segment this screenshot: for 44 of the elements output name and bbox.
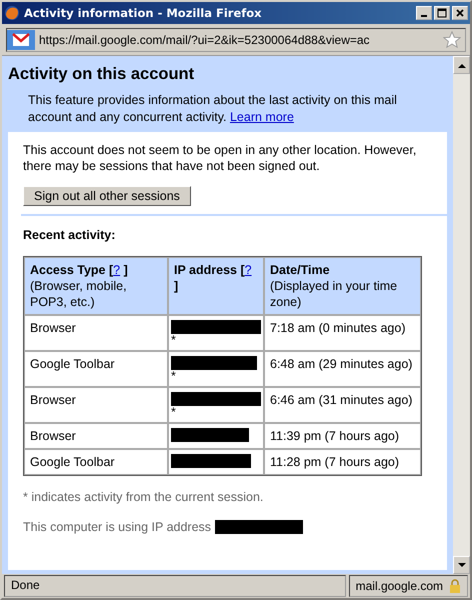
column-header: Date/Time (Displayed in your time zone) xyxy=(264,257,421,315)
sign-out-button[interactable]: Sign out all other sessions xyxy=(23,186,191,206)
description-text: This feature provides information about the last activity on this mail account and any concurrent activity. Learn more xyxy=(28,92,398,126)
url-text: https://mail.google.com/mail/?ui=2&ik=52300064d88&view=ac xyxy=(39,33,371,47)
status-text: Done xyxy=(4,575,346,597)
column-header: IP address [? ] xyxy=(168,257,264,315)
section-heading: Recent activity: xyxy=(23,228,116,242)
maximize-icon xyxy=(437,8,447,18)
help-link[interactable]: ? xyxy=(244,263,252,277)
address-field[interactable]: https://mail.google.com/mail/?ui=2&ik=52300064d88&view=ac xyxy=(6,28,466,52)
notice-text: This account does not seem to be open in any other location. However, there may be sessions that have not been signed out. xyxy=(23,142,418,174)
close-button[interactable] xyxy=(452,6,468,20)
minimize-button[interactable] xyxy=(416,6,432,20)
padlock-icon xyxy=(449,579,461,593)
scrollbar[interactable] xyxy=(453,56,470,574)
table-cell: 11:39 pm (7 hours ago) xyxy=(264,423,421,449)
table-cell: 11:28 pm (7 hours ago) xyxy=(264,449,421,475)
current-session-marker: * xyxy=(171,370,177,382)
firefox-icon xyxy=(4,5,20,21)
footnote-text: * indicates activity from the current session. xyxy=(23,490,264,504)
table-cell: Browser xyxy=(24,315,168,351)
up-arrow-icon xyxy=(458,62,466,68)
table-cell: Google Toolbar xyxy=(24,351,168,387)
help-link[interactable]: ? xyxy=(113,263,120,277)
current-session-marker: * xyxy=(171,406,177,418)
mail-icon xyxy=(7,30,35,50)
window-title: Activity information - Mozilla Firefox xyxy=(24,6,263,20)
minimize-icon xyxy=(421,15,427,17)
table-cell: 6:48 am (29 minutes ago) xyxy=(264,351,421,387)
maximize-button[interactable] xyxy=(434,6,450,20)
table-cell: Browser xyxy=(24,423,168,449)
table-cell: Browser xyxy=(24,387,168,423)
table-cell: 7:18 am (0 minutes ago) xyxy=(264,315,421,351)
domain-text: mail.google.com xyxy=(356,579,443,593)
ip-address-text: This computer is using IP address xyxy=(23,520,212,534)
current-session-marker: * xyxy=(171,334,177,346)
table-cell: 6:46 am (31 minutes ago) xyxy=(264,387,421,423)
down-arrow-icon xyxy=(458,562,466,568)
column-header: Access Type [? ] (Browser, mobile, POP3, etc.) xyxy=(24,257,168,315)
learn-more-link[interactable]: Learn more xyxy=(230,110,294,124)
star-icon[interactable] xyxy=(443,31,461,49)
table-cell: Google Toolbar xyxy=(24,449,168,475)
page-title: Activity on this account xyxy=(8,65,196,84)
close-icon xyxy=(455,8,465,18)
